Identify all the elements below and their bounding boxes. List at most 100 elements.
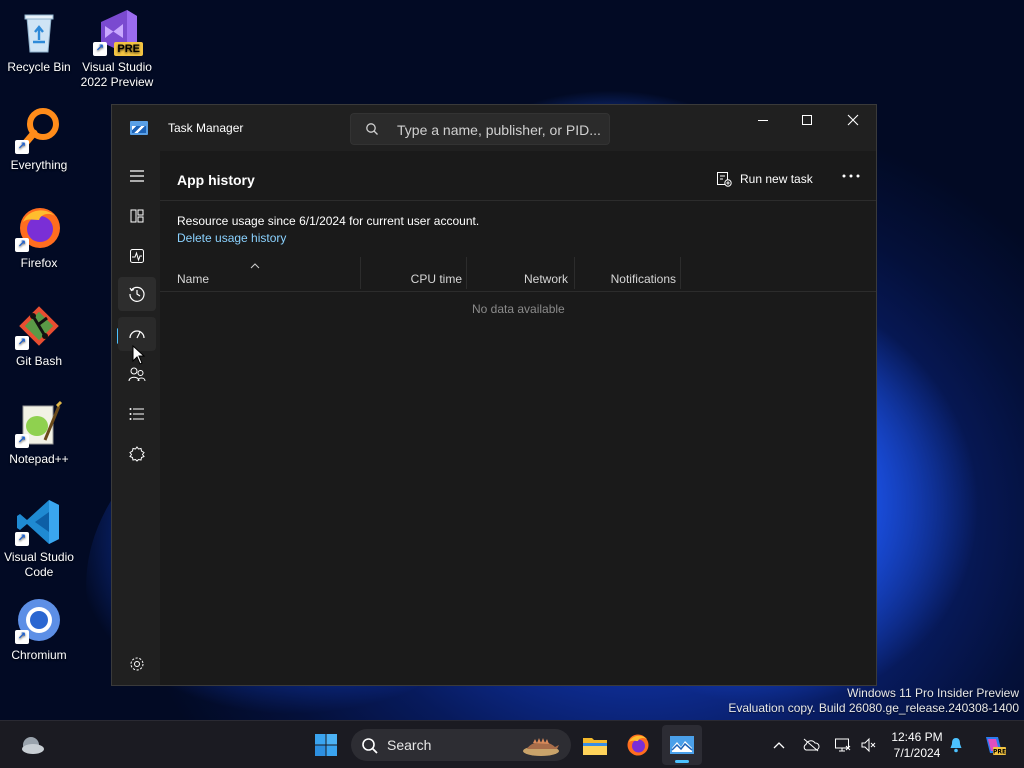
- git-bash-icon: ↗: [15, 302, 63, 350]
- resource-usage-info: Resource usage since 6/1/2024 for curren…: [177, 214, 480, 228]
- nav-services[interactable]: [118, 437, 156, 471]
- column-separator[interactable]: [360, 257, 361, 289]
- startup-icon: [129, 330, 145, 339]
- shortcut-arrow-icon: ↗: [15, 434, 29, 448]
- desktop-icon-label: Visual Studio Code: [4, 550, 74, 579]
- desktop-icon-everything[interactable]: ↗ Everything: [0, 106, 78, 173]
- maximize-icon: [802, 115, 812, 125]
- tray-onedrive-offline[interactable]: [801, 735, 821, 755]
- task-manager-icon: [670, 736, 694, 754]
- desktop-icon-chromium[interactable]: ↗ Chromium: [0, 596, 78, 663]
- details-icon: [129, 408, 144, 420]
- shortcut-arrow-icon: ↗: [93, 42, 107, 56]
- close-button[interactable]: [830, 105, 876, 135]
- app-history-page: App history Run new task Resource usage …: [160, 151, 876, 685]
- bell-icon: [950, 738, 962, 753]
- search-icon: [362, 738, 378, 754]
- taskbar-search[interactable]: Search: [351, 729, 571, 761]
- run-task-icon: [717, 172, 732, 187]
- column-header-name[interactable]: Name: [177, 263, 357, 293]
- desktop-icon-label: Git Bash: [15, 354, 63, 368]
- desktop-icon-vscode[interactable]: ↗ Visual Studio Code: [0, 498, 78, 580]
- shortcut-arrow-icon: ↗: [15, 630, 29, 644]
- search-box[interactable]: Type a name, publisher, or PID...: [350, 113, 610, 145]
- copilot-pre-icon: PRE: [986, 737, 1006, 756]
- nav-settings[interactable]: [118, 647, 156, 681]
- delete-usage-history-link[interactable]: Delete usage history: [177, 231, 286, 245]
- show-hidden-icons-button[interactable]: [769, 735, 789, 755]
- maximize-button[interactable]: [784, 105, 830, 135]
- navigation-pane: [112, 151, 160, 685]
- desktop-icon-notepad-plus-plus[interactable]: ↗ Notepad++: [0, 400, 78, 467]
- column-separator[interactable]: [574, 257, 575, 289]
- windows-logo-icon: [315, 734, 337, 756]
- search-highlight-dinosaur-icon: [523, 738, 559, 756]
- run-new-task-label: Run new task: [740, 172, 813, 186]
- volume-muted-icon: [861, 737, 876, 753]
- shortcut-arrow-icon: ↗: [15, 238, 29, 252]
- history-icon: [129, 286, 145, 302]
- services-icon: [129, 446, 145, 462]
- minimize-icon: [758, 120, 768, 121]
- task-manager-app-icon: [130, 121, 148, 135]
- nav-app-history[interactable]: [118, 277, 156, 311]
- column-header-notifications[interactable]: Notifications: [580, 263, 676, 293]
- system-clock[interactable]: 12:46 PM 7/1/2024: [884, 729, 950, 761]
- taskbar-task-manager[interactable]: [662, 725, 702, 765]
- taskbar-file-explorer[interactable]: [575, 725, 615, 765]
- task-manager-window: Task Manager Type a name, publisher, or …: [111, 104, 877, 686]
- vscode-icon: ↗: [15, 498, 63, 546]
- start-button[interactable]: [306, 725, 346, 765]
- taskbar-search-label: Search: [387, 737, 432, 753]
- more-options-button[interactable]: [840, 165, 862, 187]
- shortcut-arrow-icon: ↗: [15, 336, 29, 350]
- shortcut-arrow-icon: ↗: [15, 140, 29, 154]
- performance-icon: [130, 249, 144, 263]
- column-header-cpu-time[interactable]: CPU time: [366, 263, 462, 293]
- column-separator[interactable]: [680, 257, 681, 289]
- nav-processes[interactable]: [118, 199, 156, 233]
- hamburger-icon: [130, 170, 144, 182]
- tray-network[interactable]: [833, 735, 853, 755]
- more-dots-icon: [842, 174, 860, 178]
- weather-cloud-icon: [22, 737, 44, 754]
- desktop-icon-visual-studio[interactable]: ↗ PRE Visual Studio 2022 Preview: [78, 8, 156, 90]
- weather-widget[interactable]: [12, 725, 52, 765]
- desktop-icon-firefox[interactable]: ↗ Firefox: [0, 204, 78, 271]
- page-title: App history: [177, 172, 255, 188]
- desktop-icon-recycle-bin[interactable]: Recycle Bin: [0, 8, 78, 75]
- settings-icon: [130, 657, 144, 671]
- firefox-icon: [627, 734, 649, 756]
- column-header-network[interactable]: Network: [472, 263, 568, 293]
- watermark-edition: Windows 11 Pro Insider Preview: [847, 686, 1019, 700]
- tray-volume[interactable]: [859, 735, 879, 755]
- desktop-icon-label: Notepad++: [9, 452, 69, 466]
- nav-performance[interactable]: [118, 239, 156, 273]
- nav-menu-button[interactable]: [118, 159, 156, 193]
- title-bar[interactable]: Task Manager Type a name, publisher, or …: [112, 105, 876, 151]
- svg-text:PRE: PRE: [993, 749, 1006, 756]
- cloud-offline-icon: [803, 738, 820, 752]
- desktop-icon-git-bash[interactable]: ↗ Git Bash: [0, 302, 78, 369]
- notifications-button[interactable]: [946, 735, 966, 755]
- copilot-button[interactable]: PRE: [982, 733, 1006, 757]
- desktop-icon-label: Firefox: [20, 256, 58, 270]
- nav-details[interactable]: [118, 397, 156, 431]
- taskbar-firefox[interactable]: [618, 725, 658, 765]
- search-placeholder: Type a name, publisher, or PID...: [397, 122, 601, 138]
- header-divider: [160, 291, 876, 292]
- column-separator[interactable]: [466, 257, 467, 289]
- desktop-icon-label: Chromium: [11, 648, 67, 662]
- chromium-icon: ↗: [15, 596, 63, 644]
- folder-icon: [583, 738, 607, 755]
- minimize-button[interactable]: [740, 105, 786, 135]
- users-icon: [128, 367, 146, 382]
- page-header: App history Run new task: [160, 151, 876, 201]
- empty-state-text: No data available: [472, 302, 565, 316]
- run-new-task-button[interactable]: Run new task: [716, 167, 813, 191]
- chevron-up-icon: [773, 742, 785, 749]
- clock-date: 7/1/2024: [893, 746, 941, 760]
- visual-studio-icon: ↗ PRE: [93, 8, 143, 56]
- desktop-icon-label: Visual Studio 2022 Preview: [80, 60, 154, 89]
- clock-time: 12:46 PM: [891, 730, 943, 744]
